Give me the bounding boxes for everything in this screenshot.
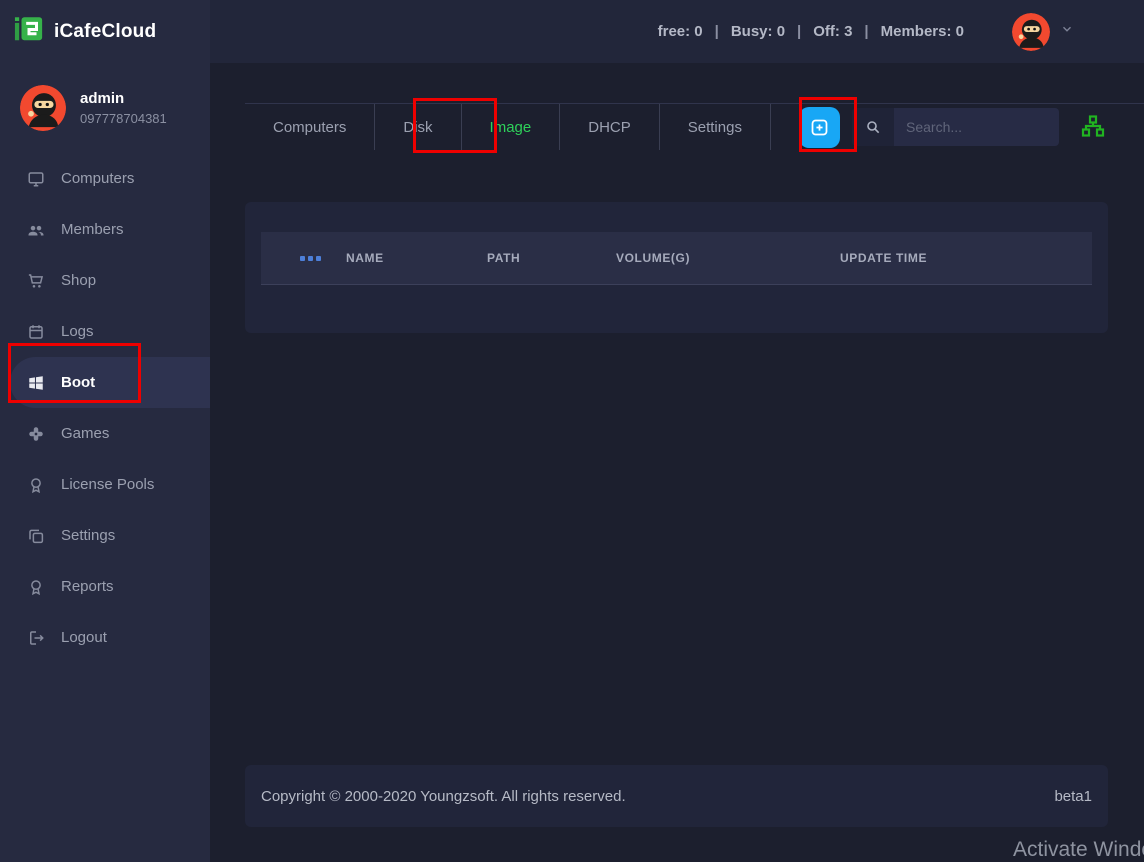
sidebar-item-label: Games [61,425,109,442]
logout-icon [27,629,45,647]
sidebar-item-boot[interactable]: Boot [10,357,210,408]
search-box [852,108,1059,146]
add-image-button[interactable] [799,107,840,148]
calendar-icon [27,323,45,341]
sidebar-item-label: Members [61,221,124,238]
version-badge: beta1 [1054,788,1092,805]
stat-off: Off: 3 [813,23,852,40]
stat-separator: | [864,23,868,40]
gamepad-icon [27,425,45,443]
cart-icon [27,272,45,290]
profile-name: admin [80,90,167,107]
brand: iCafeCloud [0,0,210,63]
activate-windows-watermark: Activate Windows [1013,838,1144,862]
users-icon [27,221,45,239]
stat-members: Members: 0 [881,23,964,40]
sidebar-item-label: Shop [61,272,96,289]
sitemap-icon [1081,114,1105,138]
column-header-name: NAME [346,251,487,265]
sidebar-item-label: License Pools [61,476,154,493]
table-header-row: NAME PATH VOLUME(G) UPDATE TIME [261,232,1092,285]
sidebar-item-label: Logout [61,629,107,646]
sidebar-item-label: Logs [61,323,94,340]
column-header-path: PATH [487,251,616,265]
sidebar-item-computers[interactable]: Computers [0,153,210,204]
brand-name: iCafeCloud [54,21,156,43]
row-actions-icon [261,256,346,261]
sidebar-item-logout[interactable]: Logout [0,612,210,663]
layers-icon [27,527,45,545]
image-table-card: NAME PATH VOLUME(G) UPDATE TIME [245,202,1108,333]
sidebar-item-label: Computers [61,170,134,187]
content-toolbar: Computers Disk Image DHCP Settings [245,103,1144,150]
sidebar-item-shop[interactable]: Shop [0,255,210,306]
sidebar-item-members[interactable]: Members [0,204,210,255]
sidebar-item-license-pools[interactable]: License Pools [0,459,210,510]
network-topology-button[interactable] [1079,112,1107,143]
boot-tabs: Computers Disk Image DHCP Settings [245,104,771,150]
hamburger-menu-icon[interactable] [245,26,257,38]
search-input[interactable] [894,108,1059,146]
medal-icon [27,578,45,596]
tab-dhcp[interactable]: DHCP [560,104,660,150]
column-header-volume: VOLUME(G) [616,251,840,265]
user-menu[interactable] [1012,13,1074,51]
stat-separator: | [797,23,801,40]
sidebar-item-reports[interactable]: Reports [0,561,210,612]
sidebar-item-label: Boot [61,374,95,391]
stat-separator: | [715,23,719,40]
tab-settings[interactable]: Settings [660,104,771,150]
chevron-down-icon [1060,22,1074,41]
tab-computers[interactable]: Computers [245,104,375,150]
profile-phone: 097778704381 [80,111,167,126]
sidebar-item-label: Settings [61,527,115,544]
avatar [20,85,66,131]
tab-image[interactable]: Image [462,104,561,150]
monitor-icon [27,170,45,188]
sidebar-item-logs[interactable]: Logs [0,306,210,357]
sidebar-profile: admin 097778704381 [0,63,210,151]
tab-disk[interactable]: Disk [375,104,461,150]
sidebar-item-settings[interactable]: Settings [0,510,210,561]
sidebar: admin 097778704381 Computers Members Sho… [0,63,210,862]
brand-logo-icon [14,14,44,49]
topbar: iCafeCloud free: 0 | Busy: 0 | Off: 3 | … [0,0,1144,63]
sidebar-item-label: Reports [61,578,114,595]
stat-free: free: 0 [658,23,703,40]
sidebar-item-games[interactable]: Games [0,408,210,459]
footer: Copyright © 2000-2020 Youngzsoft. All ri… [245,765,1108,827]
status-summary: free: 0 | Busy: 0 | Off: 3 | Members: 0 [658,23,964,40]
search-icon [852,108,894,146]
medal-icon [27,476,45,494]
column-header-update-time: UPDATE TIME [840,251,1092,265]
plus-icon [809,117,830,138]
stat-busy: Busy: 0 [731,23,785,40]
sidebar-nav: Computers Members Shop Logs Boot Games L… [0,153,210,663]
toolbar-actions [799,107,1144,148]
copyright-text: Copyright © 2000-2020 Youngzsoft. All ri… [261,788,626,805]
avatar [1012,13,1050,51]
windows-icon [27,374,45,392]
